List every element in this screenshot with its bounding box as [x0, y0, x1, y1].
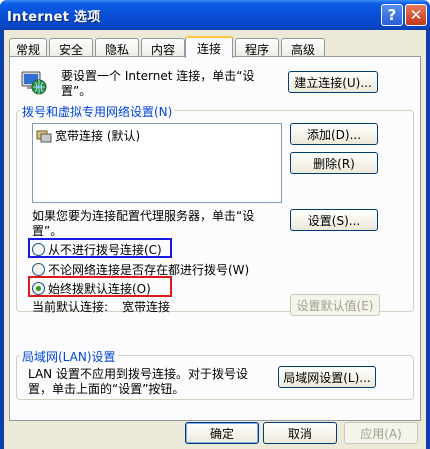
- tab-programs[interactable]: 程序: [235, 38, 279, 57]
- cancel-button[interactable]: 取消: [263, 422, 337, 444]
- connections-list[interactable]: 宽带连接 (默认): [32, 123, 282, 203]
- setup-description-line1: 要设置一个 Internet 连接，单击“设: [61, 69, 255, 83]
- always-dial-default-label: 始终拨默认连接(O): [48, 282, 151, 296]
- radio-button[interactable]: [32, 263, 45, 276]
- tab-security[interactable]: 安全: [49, 38, 93, 57]
- help-button[interactable]: ?: [381, 4, 403, 26]
- dialup-group-legend: 拨号和虚拟专用网络设置(N): [20, 103, 175, 120]
- close-button[interactable]: ✕: [405, 4, 427, 26]
- add-button[interactable]: 添加(D)...: [290, 123, 378, 145]
- lan-group-legend: 局域网(LAN)设置: [20, 348, 118, 365]
- never-dial-label: 从不进行拨号连接(C): [48, 243, 162, 257]
- proxy-settings-description-line1: 如果您要为连接配置代理服务器，单击“设: [32, 209, 255, 223]
- connections-panel: 要设置一个 Internet 连接，单击“设 置”。 建立连接(U)... 拨号…: [9, 56, 421, 421]
- window-title: Internet 选项: [7, 10, 101, 25]
- lan-description-line1: LAN 设置不应用到拨号连接。对于拨号设: [28, 367, 248, 381]
- tab-connections[interactable]: 连接: [185, 36, 233, 58]
- radio-button[interactable]: [32, 243, 45, 256]
- never-dial-option[interactable]: 从不进行拨号连接(C): [32, 241, 162, 258]
- setup-connection-button[interactable]: 建立连接(U)...: [288, 71, 378, 93]
- internet-connection-icon: [21, 71, 47, 95]
- proxy-settings-description-line2: 置”。: [32, 224, 63, 238]
- set-default-button[interactable]: 设置默认值(E): [290, 294, 380, 316]
- list-item[interactable]: 宽带连接 (默认): [36, 127, 140, 144]
- tab-privacy[interactable]: 隐私: [95, 38, 139, 57]
- lan-settings-button[interactable]: 局域网设置(L)...: [278, 366, 376, 388]
- lan-description-line2: 置，单击上面的“设置”按钮。: [28, 382, 185, 396]
- ok-button[interactable]: 确定: [185, 422, 259, 444]
- apply-button[interactable]: 应用(A): [344, 422, 418, 444]
- settings-button[interactable]: 设置(S)...: [290, 209, 378, 231]
- broadband-connection-icon: [36, 130, 52, 142]
- list-item-label: 宽带连接 (默认): [55, 129, 141, 143]
- tab-general[interactable]: 常规: [9, 38, 47, 57]
- always-dial-default-option[interactable]: 始终拨默认连接(O): [32, 280, 151, 297]
- internet-options-window: Internet 选项 ? ✕ 常规 安全 隐私 内容 连接 程序 高级 要设置…: [0, 0, 430, 449]
- tab-content[interactable]: 内容: [141, 38, 185, 57]
- radio-button-selected[interactable]: [32, 282, 45, 295]
- setup-description-line2: 置”。: [61, 84, 92, 98]
- tab-advanced[interactable]: 高级: [281, 38, 325, 57]
- current-default-label: 当前默认连接:: [32, 300, 109, 314]
- current-default-value: 宽带连接: [122, 300, 171, 314]
- remove-button[interactable]: 删除(R): [290, 152, 378, 174]
- dialog-client-area: 常规 安全 隐私 内容 连接 程序 高级 要设置一个 Internet 连接，单…: [4, 30, 426, 449]
- title-bar[interactable]: Internet 选项 ? ✕: [0, 0, 430, 30]
